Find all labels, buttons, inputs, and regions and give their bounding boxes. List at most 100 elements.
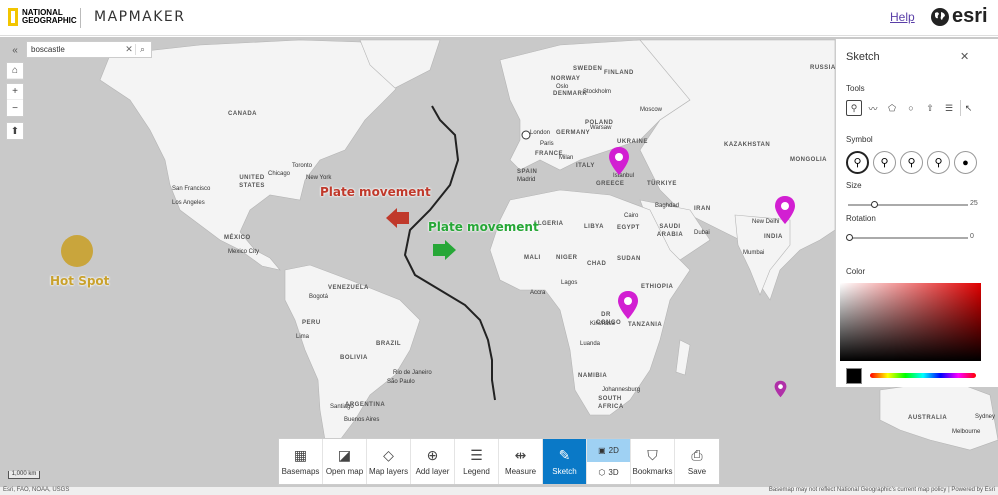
country-label: TANZANIA xyxy=(628,322,662,328)
national-geographic-logo[interactable]: NATIONAL GEOGRAPHIC xyxy=(8,6,80,28)
search-box[interactable]: ✕ ⌕ xyxy=(26,41,152,58)
add-icon: ⊕ xyxy=(427,447,439,463)
polyline-tool-icon[interactable]: 〰 xyxy=(865,100,881,116)
text-tool-icon[interactable]: ☰ xyxy=(941,100,957,116)
city-label: Stockholm xyxy=(583,89,611,95)
2d-icon: ▣ xyxy=(598,446,606,455)
map-layers-button[interactable]: ◇ Map layers xyxy=(367,439,411,484)
compass-icon[interactable]: ⬆ xyxy=(7,123,23,139)
circle-tool-icon[interactable]: ○ xyxy=(903,100,919,116)
rotation-value: 0 xyxy=(970,233,974,240)
symbol-row: ⚲ ⚲ ⚲ ⚲ ● xyxy=(846,151,977,174)
sketch-button[interactable]: ✎ Sketch xyxy=(543,439,587,484)
open-map-label: Open map xyxy=(326,467,363,476)
symbol-label: Symbol xyxy=(846,135,873,144)
city-label: Rio de Janeiro xyxy=(393,370,432,376)
bookmark-icon: ⛉ xyxy=(647,447,658,463)
arrow-tool-icon[interactable]: ⇧ xyxy=(922,100,938,116)
legend-label: Legend xyxy=(463,467,490,476)
country-label: INDIA xyxy=(764,234,783,240)
measure-button[interactable]: ⇹ Measure xyxy=(499,439,543,484)
collapse-panel-button[interactable]: « xyxy=(6,42,24,58)
city-label: Moscow xyxy=(640,107,662,113)
pin-bold-icon[interactable]: ⚲ xyxy=(900,151,923,174)
country-label: IRAN xyxy=(694,206,711,212)
color-picker[interactable] xyxy=(840,283,981,361)
scale-bar: 1,000 km xyxy=(8,471,40,479)
city-label: Baghdad xyxy=(655,203,679,209)
pin-light-icon[interactable]: ⚲ xyxy=(927,151,950,174)
basemaps-button[interactable]: ▦ Basemaps xyxy=(279,439,323,484)
point-tool-icon[interactable]: ⚲ xyxy=(846,100,862,116)
app-title: MAPMAKER xyxy=(94,9,186,25)
bookmarks-button[interactable]: ⛉ Bookmarks xyxy=(631,439,675,484)
city-label: Warsaw xyxy=(590,125,611,131)
city-label: San Francisco xyxy=(172,186,210,192)
country-label: CANADA xyxy=(228,111,257,117)
pin-filled-icon[interactable]: ⚲ xyxy=(846,151,869,174)
country-label: TÜRKIYE xyxy=(647,181,677,187)
selected-color-swatch[interactable] xyxy=(846,368,862,384)
city-label: Bogotá xyxy=(309,294,328,300)
plate-movement-label-west[interactable]: Plate movement xyxy=(320,185,431,199)
ng-logo-text: NATIONAL GEOGRAPHIC xyxy=(22,9,80,25)
search-icon[interactable]: ⌕ xyxy=(135,44,149,55)
attribution-right: Basemap may not reflect National Geograp… xyxy=(769,487,995,493)
home-button[interactable]: ⌂ xyxy=(6,62,24,80)
help-link[interactable]: Help xyxy=(890,10,915,24)
color-label: Color xyxy=(846,267,865,276)
country-label: MONGOLIA xyxy=(790,157,827,163)
plus-icon[interactable]: + xyxy=(7,84,23,100)
country-label: NORWAY xyxy=(551,76,580,82)
view-2d-label: 2D xyxy=(609,446,619,455)
save-icon: ⎙ xyxy=(691,447,702,463)
rotation-slider[interactable] xyxy=(848,237,968,239)
rotation-label: Rotation xyxy=(846,214,876,223)
select-tool-icon[interactable]: ↖ xyxy=(960,100,976,116)
minus-icon[interactable]: − xyxy=(7,100,23,116)
city-label: Sydney xyxy=(975,414,995,420)
city-label: Johannesburg xyxy=(602,387,640,393)
add-layer-button[interactable]: ⊕ Add layer xyxy=(411,439,455,484)
country-label: GERMANY xyxy=(556,130,590,136)
open-map-button[interactable]: ◪ Open map xyxy=(323,439,367,484)
home-icon[interactable]: ⌂ xyxy=(7,63,23,79)
map-pin-icon[interactable] xyxy=(774,380,787,398)
country-label: ETHIOPIA xyxy=(641,284,673,290)
compass-button[interactable]: ⬆ xyxy=(6,122,24,140)
size-slider-thumb[interactable] xyxy=(871,201,878,208)
close-icon[interactable]: ✕ xyxy=(123,44,135,55)
map-pin-icon[interactable] xyxy=(774,195,796,225)
legend-button[interactable]: ☰ Legend xyxy=(455,439,499,484)
city-label: Mumbai xyxy=(743,250,764,256)
pin-outline-icon[interactable]: ⚲ xyxy=(873,151,896,174)
search-input[interactable] xyxy=(27,45,123,54)
polygon-tool-icon[interactable]: ⬠ xyxy=(884,100,900,116)
pushpin-icon[interactable]: ● xyxy=(954,151,977,174)
city-label: Chicago xyxy=(268,171,290,177)
country-label: GREECE xyxy=(596,181,624,187)
save-button[interactable]: ⎙ Save xyxy=(675,439,719,484)
add-layer-label: Add layer xyxy=(416,467,450,476)
country-label: BOLIVIA xyxy=(340,355,368,361)
country-label: SPAIN xyxy=(517,169,537,175)
sketch-panel: Sketch ✕ Tools ⚲ 〰 ⬠ ○ ⇧ ☰ ↖ Symbol ⚲ ⚲ … xyxy=(835,39,998,387)
esri-logo[interactable]: esri xyxy=(930,5,988,28)
attribution-left: Esri, FAO, NOAA, USGS xyxy=(3,487,69,493)
hot-spot-label[interactable]: Hot Spot xyxy=(50,274,109,288)
country-label: ITALY xyxy=(576,163,595,169)
map-pin-icon[interactable] xyxy=(608,146,630,176)
city-label: Paris xyxy=(540,141,554,147)
city-label: Santiago xyxy=(330,404,354,410)
view-2d-button[interactable]: ▣2D xyxy=(587,439,630,462)
header-divider xyxy=(80,8,81,28)
plate-movement-label-east[interactable]: Plate movement xyxy=(428,220,539,234)
map-pin-icon[interactable] xyxy=(617,290,639,320)
close-icon[interactable]: ✕ xyxy=(960,50,969,63)
view-3d-label: 3D xyxy=(608,468,618,477)
pencil-icon: ✎ xyxy=(559,447,571,463)
size-slider[interactable] xyxy=(848,204,968,206)
hue-slider[interactable] xyxy=(870,373,976,378)
rotation-slider-thumb[interactable] xyxy=(846,234,853,241)
view-3d-button[interactable]: ⬡3D xyxy=(587,462,630,485)
